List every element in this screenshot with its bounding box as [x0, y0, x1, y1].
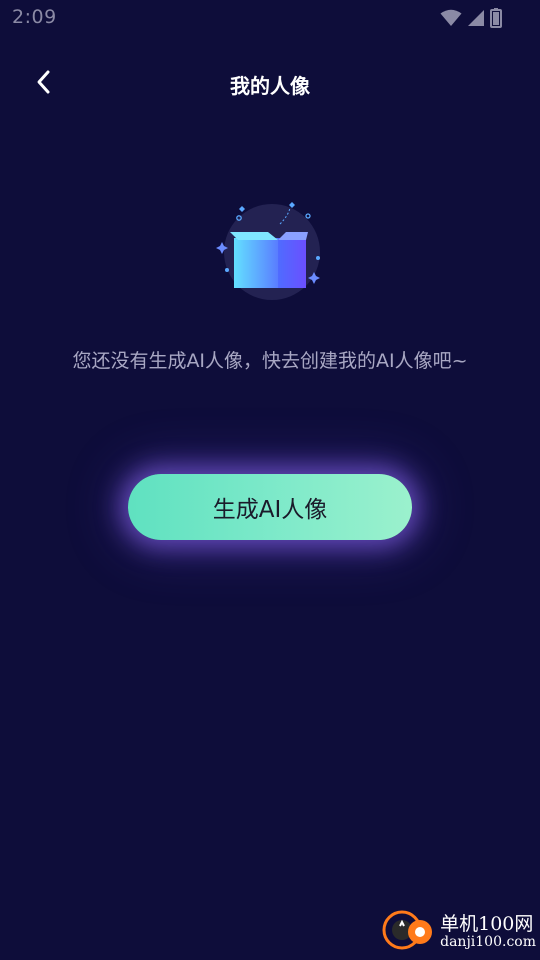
- nav-bar: 我的人像: [0, 56, 540, 112]
- status-time: 2:09: [12, 6, 57, 28]
- open-box-icon: [210, 194, 330, 304]
- status-icons: [440, 8, 502, 28]
- empty-state-message: 您还没有生成AI人像，快去创建我的AI人像吧~: [72, 350, 468, 372]
- wifi-icon: [440, 9, 462, 27]
- page-title: 我的人像: [230, 74, 310, 98]
- status-bar: 2:09: [0, 0, 540, 36]
- danji-logo-icon: [380, 906, 436, 958]
- signal-icon: [467, 9, 485, 27]
- watermark-url: danji100.com: [440, 933, 536, 950]
- watermark: 单机100网 danji100.com: [380, 908, 536, 956]
- generate-ai-portrait-button[interactable]: 生成AI人像: [128, 474, 412, 540]
- watermark-title: 单机100网: [440, 912, 534, 935]
- battery-icon: [490, 8, 502, 28]
